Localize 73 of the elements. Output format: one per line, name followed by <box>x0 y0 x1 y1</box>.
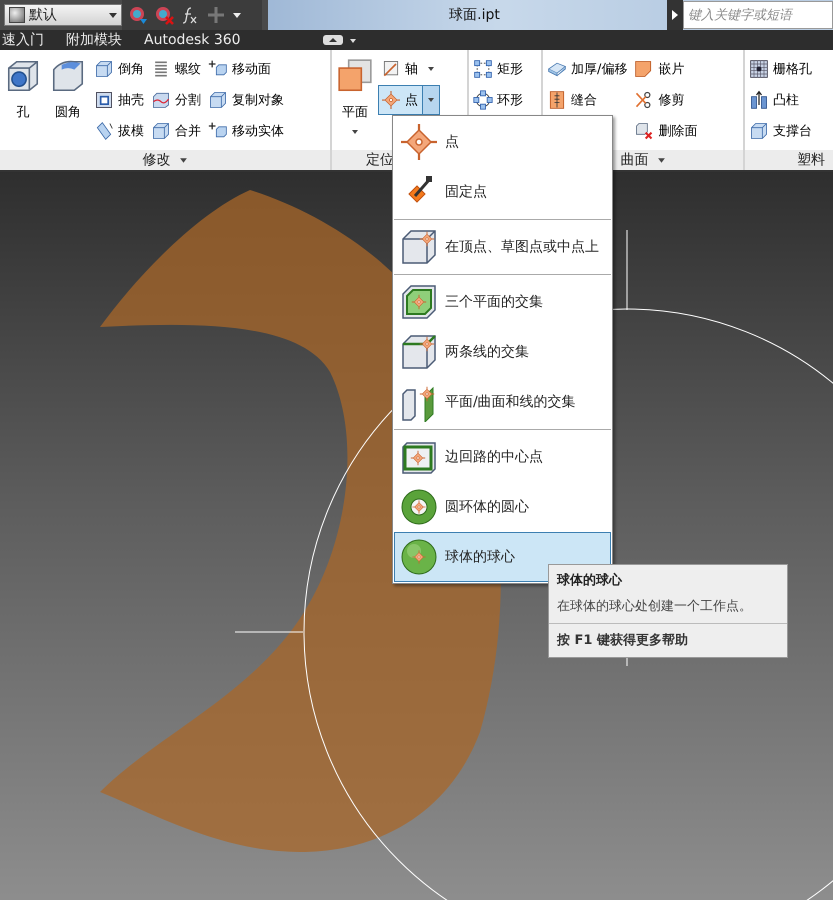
ribbon-toggle-icon[interactable] <box>322 34 359 46</box>
menu-tab[interactable]: 速入门 <box>2 31 44 49</box>
panel-title: 定位 <box>366 151 394 169</box>
caret-icon <box>427 97 435 103</box>
caret-icon[interactable] <box>232 10 242 20</box>
panel-title: 塑料 <box>797 151 825 169</box>
ribbon-button[interactable]: 平面 <box>333 54 377 150</box>
menu-item[interactable]: 边回路的中心点 <box>394 432 611 482</box>
boss-icon <box>749 90 769 110</box>
ribbon-button[interactable]: 矩形 <box>470 54 526 84</box>
caret-icon[interactable] <box>178 156 188 164</box>
caret-icon[interactable] <box>656 156 666 164</box>
menu-item[interactable]: 圆环体的圆心 <box>394 482 611 532</box>
ribbon-button[interactable]: 合并 <box>148 116 204 146</box>
rectangular-array-icon <box>473 59 493 79</box>
window-title: 球面.ipt <box>449 6 500 24</box>
ribbon-button[interactable]: 修剪 <box>631 85 688 115</box>
point-icon <box>399 122 439 162</box>
menu-tab[interactable]: 附加模块 <box>66 31 122 49</box>
ribbon-button[interactable]: 缝合 <box>544 85 600 115</box>
search-field[interactable]: 键入关键字或短语 <box>683 1 833 29</box>
caret-icon <box>351 129 359 135</box>
caret-icon <box>427 66 435 72</box>
panel-title: 曲面 <box>620 151 648 169</box>
sphere-center-icon <box>399 537 439 577</box>
circular-array-icon <box>473 90 493 110</box>
ribbon-button[interactable]: 圆角 <box>46 54 90 150</box>
color-wheel-icon[interactable] <box>128 5 148 25</box>
panel-title: 修改 <box>142 151 170 169</box>
ring-center-icon <box>399 487 439 527</box>
ribbon-button[interactable]: 环形 <box>470 85 526 115</box>
tooltip-help: 按 F1 键获得更多帮助 <box>557 632 689 649</box>
delete-face-icon <box>634 121 654 141</box>
material-dropdown[interactable]: 默认 <box>4 4 122 26</box>
split-box-icon <box>151 90 171 110</box>
ribbon-button[interactable]: 凸柱 <box>746 85 802 115</box>
axis-line-icon <box>381 59 401 79</box>
ribbon-button[interactable]: 移动面 <box>205 54 274 84</box>
ribbon-button[interactable]: 孔 <box>1 54 45 150</box>
ribbon-button[interactable]: 点 <box>378 85 440 115</box>
box-icon <box>94 59 114 79</box>
menu-item[interactable]: 在顶点、草图点或中点上 <box>394 222 611 272</box>
menu-item[interactable]: 三个平面的交集 <box>394 277 611 327</box>
ribbon-button[interactable]: 移动实体 <box>205 116 287 146</box>
shell-box-icon <box>94 90 114 110</box>
grid-icon <box>749 59 769 79</box>
box-icon <box>151 121 171 141</box>
ribbon-button[interactable]: 抽壳 <box>91 85 147 115</box>
stitch-icon <box>547 90 567 110</box>
ribbon-button[interactable]: 嵌片 <box>631 54 688 84</box>
ribbon-button[interactable]: 拔模 <box>91 116 147 146</box>
box-icon <box>749 121 769 141</box>
plus-icon[interactable] <box>206 5 226 25</box>
menu-item[interactable]: 两条线的交集 <box>394 327 611 377</box>
point-icon <box>381 90 401 110</box>
menu-item[interactable]: 固定点 <box>394 167 611 217</box>
ribbon-button[interactable]: 栅格孔 <box>746 54 815 84</box>
ribbon-button[interactable]: 删除面 <box>631 116 700 146</box>
ribbon-button[interactable]: 复制对象 <box>205 85 287 115</box>
ribbon-button[interactable]: 轴 <box>378 54 440 84</box>
ribbon-button[interactable]: 加厚/偏移 <box>544 54 630 84</box>
caret-icon <box>109 12 117 18</box>
ribbon-button[interactable]: 支撑台 <box>746 116 815 146</box>
ribbon-button[interactable]: 螺纹 <box>148 54 204 84</box>
color-wheel-remove-icon[interactable] <box>154 5 174 25</box>
slanted-box-icon <box>94 121 114 141</box>
menu-tab[interactable]: Autodesk 360 <box>144 32 241 48</box>
ribbon-button[interactable]: 分割 <box>148 85 204 115</box>
tooltip-description: 在球体的球心处创建一个工作点。 <box>557 598 753 615</box>
menu-item[interactable]: 点 <box>394 117 611 167</box>
menu-item[interactable]: 平面/曲面和线的交集 <box>394 377 611 427</box>
ribbon-button[interactable]: 倒角 <box>91 54 147 84</box>
box-icon <box>208 90 228 110</box>
